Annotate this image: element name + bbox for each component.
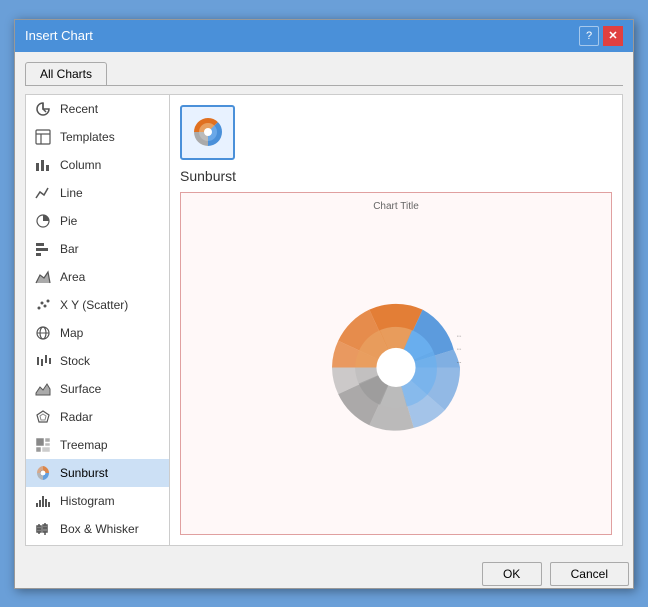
preview-chart-title: Chart Title	[373, 201, 419, 212]
sidebar-item-bar[interactable]: Bar	[26, 235, 169, 263]
sidebar-item-waterfall[interactable]: Waterfall	[26, 543, 169, 546]
sidebar-item-xy-scatter[interactable]: X Y (Scatter)	[26, 291, 169, 319]
sunburst-label: Sunburst	[60, 466, 108, 480]
dialog-title: Insert Chart	[25, 28, 93, 43]
sunburst-icon	[34, 464, 52, 482]
line-label: Line	[60, 186, 83, 200]
histogram-icon	[34, 492, 52, 510]
chart-type-sidebar: Recent Templates Column	[25, 94, 170, 546]
sidebar-item-treemap[interactable]: Treemap	[26, 431, 169, 459]
sunburst-preview-chart: ... ... ...	[306, 283, 486, 443]
sidebar-item-column[interactable]: Column	[26, 151, 169, 179]
ok-button[interactable]: OK	[482, 562, 542, 586]
cancel-button[interactable]: Cancel	[550, 562, 629, 586]
map-label: Map	[60, 326, 83, 340]
treemap-icon	[34, 436, 52, 454]
map-icon	[34, 324, 52, 342]
sidebar-item-sunburst[interactable]: Sunburst	[26, 459, 169, 487]
recent-label: Recent	[60, 102, 98, 116]
bar-icon	[34, 240, 52, 258]
line-icon	[34, 184, 52, 202]
area-icon	[34, 268, 52, 286]
tab-all-charts[interactable]: All Charts	[25, 62, 107, 85]
tab-bar: All Charts	[25, 62, 623, 86]
recent-icon	[34, 100, 52, 118]
title-bar: Insert Chart ? ✕	[15, 20, 633, 52]
chart-thumb-sunburst[interactable]	[180, 105, 235, 160]
pie-label: Pie	[60, 214, 77, 228]
radar-label: Radar	[60, 410, 93, 424]
sidebar-item-stock[interactable]: Stock	[26, 347, 169, 375]
title-bar-actions: ? ✕	[579, 26, 623, 46]
dialog-footer: OK Cancel	[15, 556, 633, 588]
chart-thumbnails	[180, 105, 612, 160]
sidebar-item-recent[interactable]: Recent	[26, 95, 169, 123]
sidebar-item-radar[interactable]: Radar	[26, 403, 169, 431]
stock-label: Stock	[60, 354, 90, 368]
svg-text:...: ...	[456, 345, 461, 352]
box-whisker-icon	[34, 520, 52, 538]
stock-icon	[34, 352, 52, 370]
bar-label: Bar	[60, 242, 79, 256]
chart-name: Sunburst	[180, 168, 612, 184]
xy-scatter-label: X Y (Scatter)	[60, 298, 128, 312]
column-label: Column	[60, 158, 101, 172]
insert-chart-dialog: Insert Chart ? ✕ All Charts Recent	[14, 19, 634, 589]
column-icon	[34, 156, 52, 174]
pie-icon	[34, 212, 52, 230]
sidebar-item-map[interactable]: Map	[26, 319, 169, 347]
treemap-label: Treemap	[60, 438, 108, 452]
histogram-label: Histogram	[60, 494, 115, 508]
sidebar-item-box-whisker[interactable]: Box & Whisker	[26, 515, 169, 543]
sidebar-item-templates[interactable]: Templates	[26, 123, 169, 151]
xy-scatter-icon	[34, 296, 52, 314]
surface-icon	[34, 380, 52, 398]
sidebar-item-area[interactable]: Area	[26, 263, 169, 291]
sidebar-item-line[interactable]: Line	[26, 179, 169, 207]
dialog-body: All Charts Recent Templates	[15, 52, 633, 556]
close-button[interactable]: ✕	[603, 26, 623, 46]
area-label: Area	[60, 270, 85, 284]
svg-text:...: ...	[456, 331, 461, 338]
surface-label: Surface	[60, 382, 101, 396]
sidebar-item-pie[interactable]: Pie	[26, 207, 169, 235]
chart-preview: Chart Title	[180, 192, 612, 535]
svg-text:...: ...	[456, 358, 461, 365]
sidebar-item-surface[interactable]: Surface	[26, 375, 169, 403]
box-whisker-label: Box & Whisker	[60, 522, 139, 536]
sidebar-item-histogram[interactable]: Histogram	[26, 487, 169, 515]
help-button[interactable]: ?	[579, 26, 599, 46]
templates-icon	[34, 128, 52, 146]
content-area: Recent Templates Column	[25, 94, 623, 546]
chart-main-panel: Sunburst Chart Title	[170, 94, 623, 546]
templates-label: Templates	[60, 130, 115, 144]
radar-icon	[34, 408, 52, 426]
